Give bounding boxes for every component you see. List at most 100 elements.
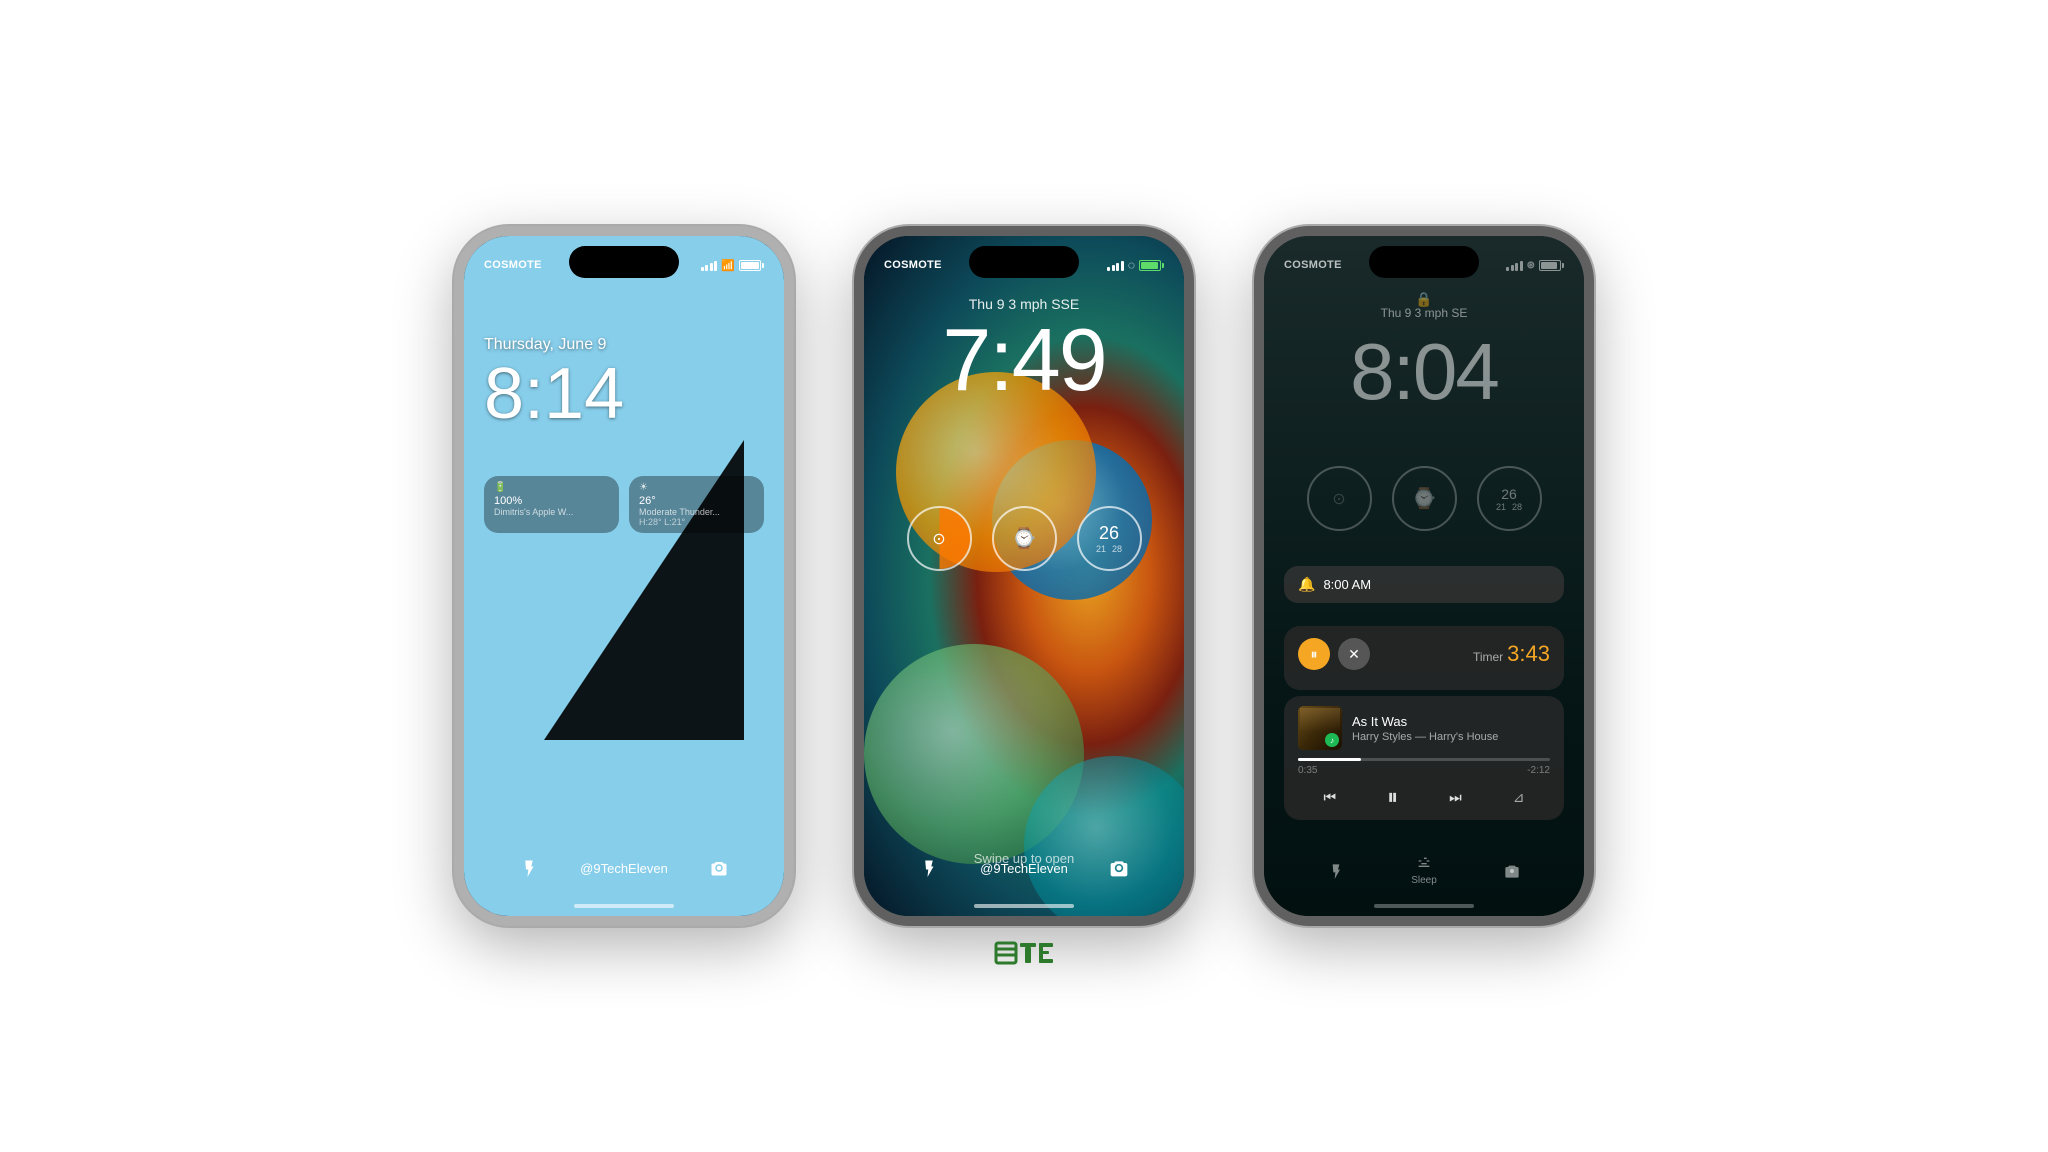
alarm-bell-icon: 🔔 bbox=[1298, 576, 1315, 593]
timer-value: 3:43 bbox=[1507, 641, 1550, 667]
phone3-sleep-button[interactable]: Sleep bbox=[1411, 855, 1437, 886]
phone2-temp-value: 26 bbox=[1099, 523, 1119, 544]
phone3-dynamic-island bbox=[1369, 246, 1479, 278]
phone3-flashlight[interactable] bbox=[1328, 863, 1344, 879]
phone3-activity-widget: ⊙ bbox=[1307, 466, 1372, 531]
phone3-temp-low: 21 bbox=[1496, 502, 1506, 512]
phone1-weather-widget: ☀ 26° Moderate Thunder... H:28° L:21° bbox=[629, 476, 764, 533]
phone2-status-icons: ◌ bbox=[1107, 258, 1164, 272]
weather-widget-value: 26° bbox=[639, 495, 754, 507]
phone2-widgets: ⊙ ⌚ 26 21 28 bbox=[864, 506, 1184, 571]
phone1-status-icons: 📶 bbox=[701, 259, 764, 272]
phone3-music-player: ♪ As It Was Harry Styles — Harry's House bbox=[1284, 696, 1564, 820]
phone3-camera[interactable] bbox=[1504, 863, 1520, 879]
music-total-time: -2:12 bbox=[1527, 765, 1550, 776]
phone3-status-icons: ⊛ bbox=[1506, 259, 1564, 271]
branding-logo bbox=[994, 941, 1054, 986]
phone1-home-indicator bbox=[574, 904, 674, 908]
phone-1: COSMOTE 📶 Thursday, June 9 8:14 bbox=[454, 226, 794, 926]
timer-close-button[interactable]: ✕ bbox=[1338, 638, 1370, 670]
phone3-screen: COSMOTE ⊛ 🔒 bbox=[1264, 236, 1584, 916]
phone1-bottom-bar: @9TechEleven bbox=[464, 850, 784, 886]
phone2-temp-high: 28 bbox=[1112, 544, 1122, 554]
phone1-carrier: COSMOTE bbox=[484, 259, 542, 271]
weather-widget-label: Moderate Thunder... bbox=[639, 507, 754, 517]
progress-times: 0:35 -2:12 bbox=[1298, 765, 1550, 776]
phone3-widgets: ⊙ ⌚ 26 21 28 bbox=[1264, 466, 1584, 531]
phone3-wifi: ⊛ bbox=[1527, 260, 1535, 271]
phone3-alarm-time: 8:00 AM bbox=[1323, 577, 1371, 592]
phone1-battery bbox=[739, 260, 764, 271]
music-pause-button[interactable]: ⏸ bbox=[1387, 784, 1398, 810]
spotify-icon: ♪ bbox=[1325, 733, 1339, 747]
phone2-temp-widget: 26 21 28 bbox=[1077, 506, 1142, 571]
phone3-bottom-bar: Sleep bbox=[1264, 855, 1584, 886]
music-album: Harry's House bbox=[1429, 731, 1498, 743]
music-rewind-button[interactable]: ⏮ bbox=[1324, 789, 1337, 806]
phone3-home-indicator bbox=[1374, 904, 1474, 908]
phone1-datetime: Thursday, June 9 8:14 bbox=[484, 336, 624, 430]
phone1-screen: COSMOTE 📶 Thursday, June 9 8:14 bbox=[464, 236, 784, 916]
phone3-signal bbox=[1506, 259, 1523, 271]
progress-fill bbox=[1298, 758, 1361, 761]
phone1-widgets: 🔋 100% Dimitris's Apple W... ☀ 26° Moder… bbox=[484, 476, 764, 533]
phone3-carrier: COSMOTE bbox=[1284, 259, 1342, 271]
phone1-signal bbox=[701, 259, 718, 271]
timer-label: Timer bbox=[1473, 650, 1503, 664]
music-airplay-button[interactable]: ⊿ bbox=[1513, 789, 1525, 806]
music-artist: Harry Styles bbox=[1352, 731, 1412, 743]
phone3-battery bbox=[1539, 260, 1564, 271]
timer-display: Timer 3:43 bbox=[1473, 641, 1550, 667]
phone2-weather: Thu 9 3 mph SSE bbox=[864, 296, 1184, 312]
phone3-weather-row: Thu 9 3 mph SE bbox=[1264, 306, 1584, 320]
phone2-wifi-icon: ◌ bbox=[1128, 258, 1135, 272]
phone3-watch-widget: ⌚ bbox=[1392, 466, 1457, 531]
battery-widget-label: Dimitris's Apple W... bbox=[494, 507, 609, 517]
phone3-temp-widget: 26 21 28 bbox=[1477, 466, 1542, 531]
timer-header: ⏸ ✕ Timer 3:43 bbox=[1298, 638, 1550, 670]
phone2-screen: COSMOTE ◌ Thu 9 3 mph SSE bbox=[864, 236, 1184, 916]
phone3-time: 8:04 bbox=[1264, 326, 1584, 418]
weather-widget-sub: H:28° L:21° bbox=[639, 517, 754, 527]
phone2-swipe-hint: Swipe up to open bbox=[864, 851, 1184, 866]
phone3-temp-val: 26 bbox=[1501, 486, 1517, 502]
battery-widget-value: 100% bbox=[494, 495, 609, 507]
phone3-temp-high: 28 bbox=[1512, 502, 1522, 512]
phone2-activity-widget: ⊙ bbox=[907, 506, 972, 571]
phone-3: COSMOTE ⊛ 🔒 bbox=[1254, 226, 1594, 926]
timer-pause-button[interactable]: ⏸ bbox=[1298, 638, 1330, 670]
phone2-signal bbox=[1107, 259, 1124, 271]
phone2-battery bbox=[1139, 260, 1164, 271]
phone3-weather-area: Thu 9 3 mph SE bbox=[1264, 298, 1584, 320]
phone2-temp-low: 21 bbox=[1096, 544, 1106, 554]
phone3-timer-widget: ⏸ ✕ Timer 3:43 bbox=[1284, 626, 1564, 690]
music-separator: — bbox=[1415, 731, 1429, 743]
phone2-home-indicator bbox=[974, 904, 1074, 908]
music-forward-button[interactable]: ⏭ bbox=[1449, 789, 1462, 806]
phone2-time: 7:49 bbox=[864, 316, 1184, 404]
phone3-sleep-label: Sleep bbox=[1411, 875, 1437, 886]
timer-controls: ⏸ ✕ bbox=[1298, 638, 1370, 670]
phone-2: COSMOTE ◌ Thu 9 3 mph SSE bbox=[854, 226, 1194, 926]
phone3-alarm-notification: 🔔 8:00 AM bbox=[1284, 566, 1564, 603]
music-album-art: ♪ bbox=[1298, 706, 1342, 750]
camera-icon[interactable] bbox=[701, 850, 737, 886]
music-info: ♪ As It Was Harry Styles — Harry's House bbox=[1298, 706, 1550, 750]
phone1-time: 8:14 bbox=[484, 358, 624, 430]
music-artist-info: Harry Styles — Harry's House bbox=[1352, 731, 1550, 743]
music-controls: ⏮ ⏸ ⏭ ⊿ bbox=[1298, 784, 1550, 810]
phone1-battery-widget: 🔋 100% Dimitris's Apple W... bbox=[484, 476, 619, 533]
phone2-dynamic-island bbox=[969, 246, 1079, 278]
progress-bar bbox=[1298, 758, 1550, 761]
music-current-time: 0:35 bbox=[1298, 765, 1317, 776]
phone2-datetime: Thu 9 3 mph SSE 7:49 bbox=[864, 296, 1184, 404]
phone1-dynamic-island bbox=[569, 246, 679, 278]
phone2-carrier: COSMOTE bbox=[884, 259, 942, 271]
phone3-weather-text: Thu 9 3 mph SE bbox=[1381, 306, 1468, 320]
music-title: As It Was bbox=[1352, 714, 1550, 729]
music-text: As It Was Harry Styles — Harry's House bbox=[1352, 714, 1550, 743]
wifi-icon: 📶 bbox=[721, 259, 735, 272]
phone2-weather-text: Thu 9 3 mph SSE bbox=[969, 296, 1080, 312]
phone2-watch-widget: ⌚ bbox=[992, 506, 1057, 571]
flashlight-icon[interactable] bbox=[511, 850, 547, 886]
